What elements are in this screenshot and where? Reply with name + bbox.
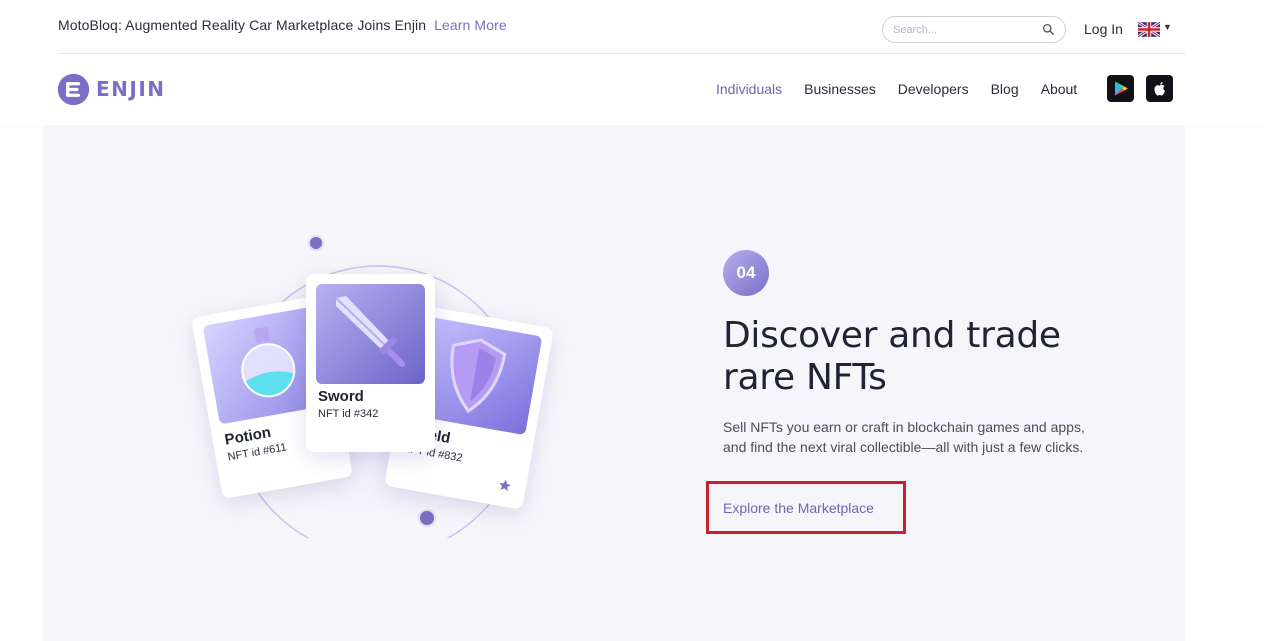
enjin-logo-icon xyxy=(57,73,90,105)
hero-description: Sell NFTs you earn or craft in blockchai… xyxy=(723,419,1085,455)
google-play-button[interactable] xyxy=(1107,75,1134,102)
search-icon[interactable] xyxy=(1042,23,1055,36)
nav-item-about[interactable]: About xyxy=(1041,81,1078,97)
nav-item-developers[interactable]: Developers xyxy=(898,81,969,97)
nft-card-id: NFT id #342 xyxy=(318,408,379,420)
explore-marketplace-link[interactable]: Explore the Marketplace xyxy=(723,500,874,516)
search-box[interactable] xyxy=(882,16,1066,43)
learn-more-link[interactable]: Learn More xyxy=(434,17,507,33)
search-input[interactable] xyxy=(893,21,1033,39)
announcement: MotoBloq: Augmented Reality Car Marketpl… xyxy=(58,17,507,33)
chevron-down-icon[interactable]: ▼ xyxy=(1163,22,1172,32)
nav-item-individuals[interactable]: Individuals xyxy=(716,81,782,97)
announcement-bar: MotoBloq: Augmented Reality Car Marketpl… xyxy=(0,0,1264,54)
nav-menu: Individuals Businesses Developers Blog A… xyxy=(716,81,1099,97)
app-store-button[interactable] xyxy=(1146,75,1173,102)
nft-card-sword[interactable]: Sword NFT id #342 xyxy=(306,274,435,452)
sword-icon xyxy=(335,296,405,367)
announcement-bar-inner: MotoBloq: Augmented Reality Car Marketpl… xyxy=(58,0,1186,54)
cta-highlight-box: Explore the Marketplace xyxy=(706,481,906,534)
star-icon xyxy=(499,479,511,492)
login-link[interactable]: Log In xyxy=(1084,21,1123,37)
step-badge: 04 xyxy=(723,250,769,296)
announcement-text: MotoBloq: Augmented Reality Car Marketpl… xyxy=(58,17,427,33)
uk-flag-icon[interactable] xyxy=(1138,22,1160,37)
google-play-icon xyxy=(1114,81,1127,96)
sword-art xyxy=(316,284,425,384)
apple-icon xyxy=(1154,81,1165,95)
hero-title: Discover and trade rare NFTs xyxy=(723,315,1061,398)
main-nav: ENJIN Individuals Businesses Developers … xyxy=(0,54,1264,125)
hero-section: Potion NFT id #611 Shield NFT id #832 Sw… xyxy=(43,125,1185,641)
brand-name: ENJIN xyxy=(96,77,166,101)
nav-item-businesses[interactable]: Businesses xyxy=(804,81,876,97)
nav-item-blog[interactable]: Blog xyxy=(991,81,1019,97)
nft-card-title: Sword xyxy=(318,388,364,405)
enjin-logo[interactable]: ENJIN xyxy=(57,72,166,106)
